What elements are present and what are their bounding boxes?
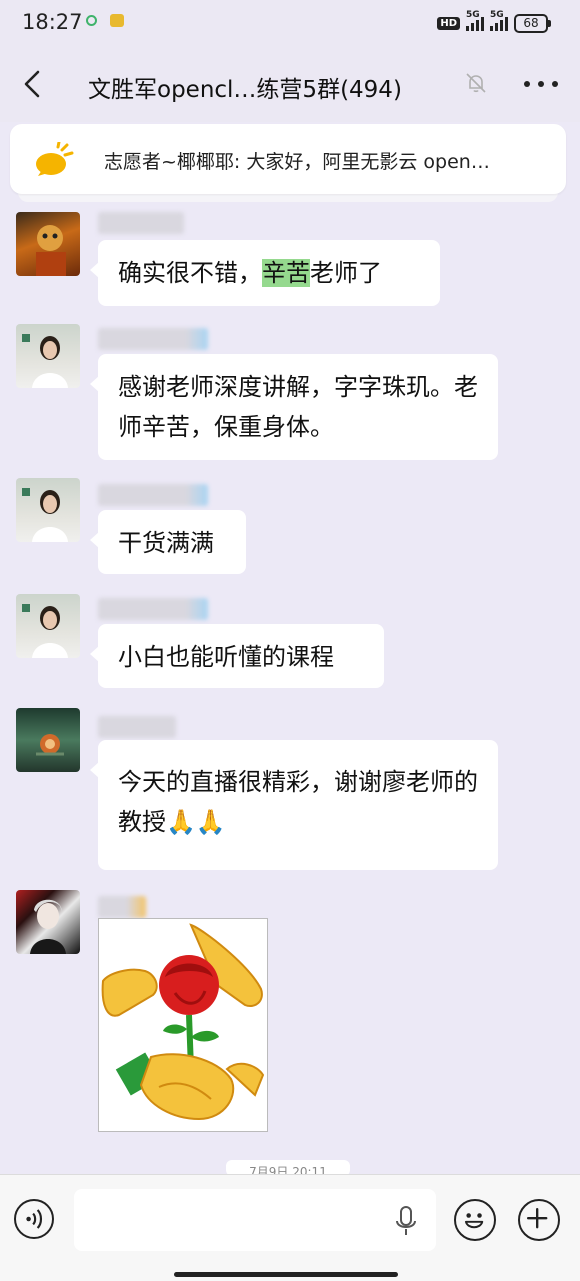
signal-label-1: 5G [466,10,480,20]
plus-icon[interactable] [518,1199,560,1241]
hd-badge: HD [437,16,460,30]
status-bar: 18:27 HD 5G 5G 68 [0,0,580,46]
app-notification-icon-2 [110,14,124,27]
message-input[interactable] [74,1189,436,1251]
message-bubble[interactable]: 确实很不错，辛苦老师了 [90,240,440,306]
status-time: 18:27 [22,10,83,34]
input-bar [0,1174,580,1281]
signal-icon-2: 5G [490,10,508,31]
sender-name [98,328,208,350]
message-text: 今天的直播很精彩，谢谢廖老师的教授🙏🙏 [118,768,478,836]
voice-icon[interactable] [14,1199,54,1239]
mic-icon[interactable] [394,1205,418,1237]
home-indicator[interactable] [174,1272,398,1277]
chevron-left-icon[interactable] [18,68,50,100]
message-text: 老师了 [310,259,382,287]
message-text: 干货满满 [118,529,214,557]
emoji-smile-icon[interactable] [454,1199,496,1241]
sender-name [98,212,184,234]
status-indicators: HD 5G 5G 68 [437,10,551,34]
avatar[interactable] [16,890,80,954]
message-text: 小白也能听懂的课程 [118,643,334,671]
speaker-announcement-icon [36,142,74,176]
app-notification-icon [86,15,97,26]
bell-off-icon [466,73,486,93]
message-bubble[interactable]: 小白也能听懂的课程 [90,624,384,688]
avatar[interactable] [16,708,80,772]
highlighted-text: 辛苦 [262,259,310,287]
more-dots-icon[interactable] [524,72,558,96]
message-bubble[interactable]: 感谢老师深度讲解，字字珠玑。老师辛苦，保重身体。 [90,354,498,460]
avatar[interactable] [16,324,80,388]
pinned-notice[interactable]: 志愿者~椰椰耶: 大家好，阿里无影云 open… [10,124,566,194]
notice-text: 志愿者~椰椰耶: 大家好，阿里无影云 open… [104,151,490,173]
message-text: 确实很不错， [118,259,262,287]
signal-icon-1: 5G [466,10,484,31]
avatar[interactable] [16,594,80,658]
battery-icon: 68 [514,13,551,33]
avatar[interactable] [16,478,80,542]
message-text: 感谢老师深度讲解，字字珠玑。老师辛苦，保重身体。 [118,373,478,441]
message-bubble[interactable]: 今天的直播很精彩，谢谢廖老师的教授🙏🙏 [90,740,498,870]
sender-name [98,716,176,738]
sender-name [98,484,208,506]
chat-title[interactable]: 文胜军opencl…练营5群(494) [88,70,402,104]
chat-header: 文胜军opencl…练营5群(494) [0,46,580,122]
sender-name [98,598,208,620]
message-bubble[interactable]: 干货满满 [90,510,246,574]
signal-label-2: 5G [490,10,504,20]
sticker-image[interactable] [98,918,268,1132]
message-list[interactable]: 确实很不错，辛苦老师了 感谢老师深度讲解，字字珠玑。老师辛苦，保重身体。 干货满… [0,208,580,1178]
avatar[interactable] [16,212,80,276]
sender-name [98,896,146,918]
